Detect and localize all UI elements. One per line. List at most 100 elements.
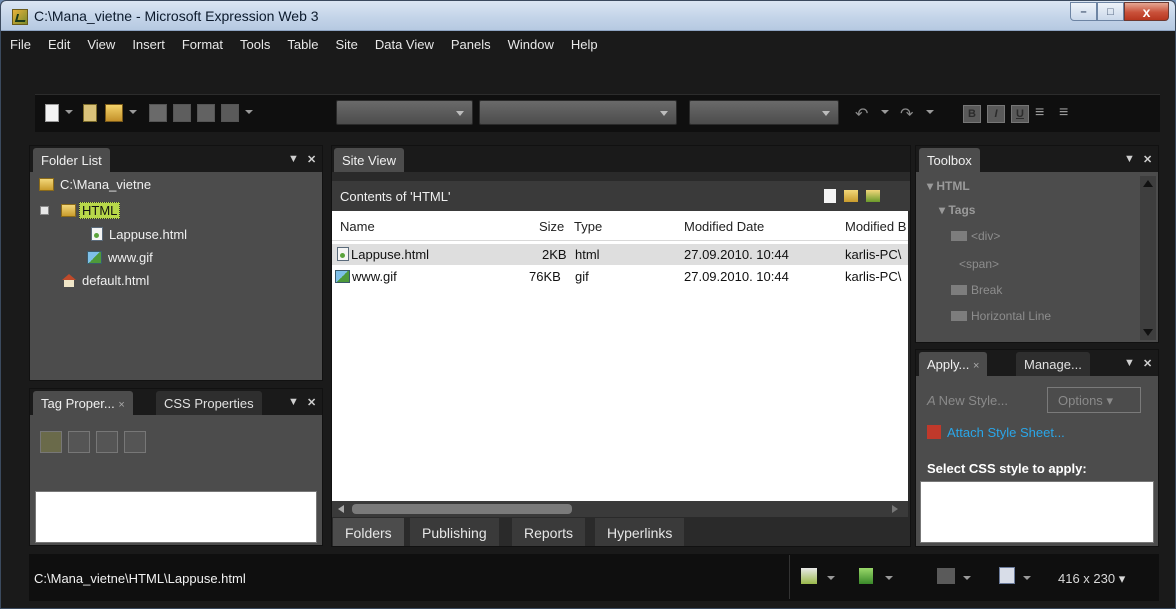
show-set-icon[interactable] [96,431,118,453]
chevron-down-icon[interactable] [885,576,893,580]
css-style-list[interactable] [920,481,1154,543]
menu-tools[interactable]: Tools [237,35,273,54]
menu-insert[interactable]: Insert [129,35,168,54]
chevron-down-icon[interactable] [963,576,971,580]
tab-publishing[interactable]: Publishing [410,518,499,546]
redo-icon[interactable]: ↷ [900,104,918,123]
compatibility-icon[interactable] [801,568,817,584]
pin-icon[interactable]: ▼ [1124,357,1135,369]
options-dropdown[interactable]: Options ▾ [1047,387,1141,413]
menu-format[interactable]: Format [179,35,226,54]
toolbox-item-div[interactable]: <div> [951,229,1000,243]
summary-icon[interactable] [124,431,146,453]
horizontal-scrollbar[interactable] [332,501,908,517]
scroll-up-icon[interactable] [1143,180,1153,187]
minimize-button[interactable]: – [1070,2,1097,21]
bold-button[interactable]: B [963,105,981,123]
new-folder-icon[interactable] [844,190,858,202]
tab-css-properties[interactable]: CSS Properties [156,391,262,415]
open-folder-icon[interactable] [105,104,123,122]
align-left-icon[interactable]: ≡ [1035,104,1053,122]
tree-folder-html[interactable]: HTML [40,202,121,219]
close-icon[interactable]: ✕ [1143,357,1152,370]
menu-site[interactable]: Site [332,35,360,54]
open-site-icon[interactable] [83,104,97,122]
table-row[interactable]: www.gif 76KB gif 27.09.2010. 10:44 karli… [332,266,908,287]
close-button[interactable]: x [1124,2,1169,21]
align-center-icon[interactable]: ≡ [1059,104,1077,122]
font-family-combobox[interactable] [479,100,677,125]
menu-view[interactable]: View [84,35,118,54]
undo-dropdown-chevron-icon[interactable] [881,110,889,114]
pin-icon[interactable]: ▼ [288,396,299,408]
scroll-down-icon[interactable] [1143,329,1153,336]
toolbox-item-span[interactable]: <span> [959,257,999,271]
pin-icon[interactable]: ▼ [1124,153,1135,165]
undo-icon[interactable]: ↶ [855,104,873,123]
close-icon[interactable]: ✕ [1143,153,1152,166]
open-dropdown-chevron-icon[interactable] [129,110,137,114]
scroll-left-icon[interactable] [338,505,344,513]
attach-style-sheet-link[interactable]: Attach Style Sheet... [927,425,1065,440]
font-size-combobox[interactable] [689,100,839,125]
menu-edit[interactable]: Edit [45,35,73,54]
new-document-icon[interactable] [45,104,59,122]
pin-icon[interactable]: ▼ [288,153,299,165]
preview-dropdown-chevron-icon[interactable] [245,110,253,114]
maximize-button[interactable]: □ [1097,2,1124,21]
tree-file-www[interactable]: www.gif [87,250,153,265]
redo-dropdown-chevron-icon[interactable] [926,110,934,114]
properties-grid[interactable] [35,491,317,543]
visual-aids-icon[interactable] [937,568,955,584]
tab-manage-styles[interactable]: Manage... [1016,352,1090,376]
preview-icon[interactable] [221,104,239,122]
tab-toolbox[interactable]: Toolbox [919,148,980,172]
column-size[interactable]: Size [539,219,564,234]
toolbox-item-hr[interactable]: Horizontal Line [951,309,1051,323]
new-dropdown-chevron-icon[interactable] [65,110,73,114]
italic-button[interactable]: I [987,105,1005,123]
save-icon[interactable] [149,104,167,122]
column-modified-by[interactable]: Modified B [845,219,906,234]
new-style-button[interactable]: A New Style... [927,393,1008,408]
categorize-icon[interactable] [40,431,62,453]
page-size-icon[interactable] [999,567,1015,584]
page-size-readout[interactable]: 416 x 230 ▾ [1058,571,1125,587]
toolbox-section-html[interactable]: ▾ HTML [927,179,970,193]
tab-apply-styles[interactable]: Apply... × [919,352,988,376]
tree-file-default[interactable]: default.html [62,273,149,288]
close-icon[interactable]: ✕ [307,396,316,409]
tree-file-lappuse[interactable]: Lappuse.html [91,227,187,242]
accessibility-icon[interactable] [859,568,873,584]
chevron-down-icon[interactable] [1023,576,1031,580]
new-page-icon[interactable] [824,189,836,203]
sharepoint-icon[interactable] [197,104,215,122]
table-row[interactable]: Lappuse.html 2KB html 27.09.2010. 10:44 … [332,244,908,265]
tab-site-view[interactable]: Site View [334,148,404,172]
style-combobox[interactable] [336,100,473,125]
menu-help[interactable]: Help [568,35,601,54]
close-icon[interactable]: × [118,399,124,411]
toolbox-item-break[interactable]: Break [951,283,1002,297]
scroll-right-icon[interactable] [892,505,898,513]
collapse-icon[interactable] [40,206,49,215]
close-icon[interactable]: ✕ [307,153,316,166]
column-name[interactable]: Name [340,219,375,234]
menu-table[interactable]: Table [284,35,321,54]
sort-icon[interactable] [68,431,90,453]
save-all-icon[interactable] [173,104,191,122]
toolbox-section-tags[interactable]: ▾ Tags [939,203,975,217]
underline-button[interactable]: U [1011,105,1029,123]
tab-hyperlinks[interactable]: Hyperlinks [595,518,685,546]
scrollbar-thumb[interactable] [352,504,572,514]
tab-reports[interactable]: Reports [512,518,586,546]
column-type[interactable]: Type [574,219,602,234]
vertical-scrollbar[interactable] [1140,176,1156,340]
column-modified-date[interactable]: Modified Date [684,219,764,234]
menu-window[interactable]: Window [505,35,557,54]
tab-folders[interactable]: Folders [333,518,404,546]
tab-tag-properties[interactable]: Tag Proper... × [33,391,133,415]
tree-root[interactable]: C:\Mana_vietne [39,177,151,192]
tab-folder-list[interactable]: Folder List [33,148,110,172]
up-folder-icon[interactable] [866,190,880,202]
